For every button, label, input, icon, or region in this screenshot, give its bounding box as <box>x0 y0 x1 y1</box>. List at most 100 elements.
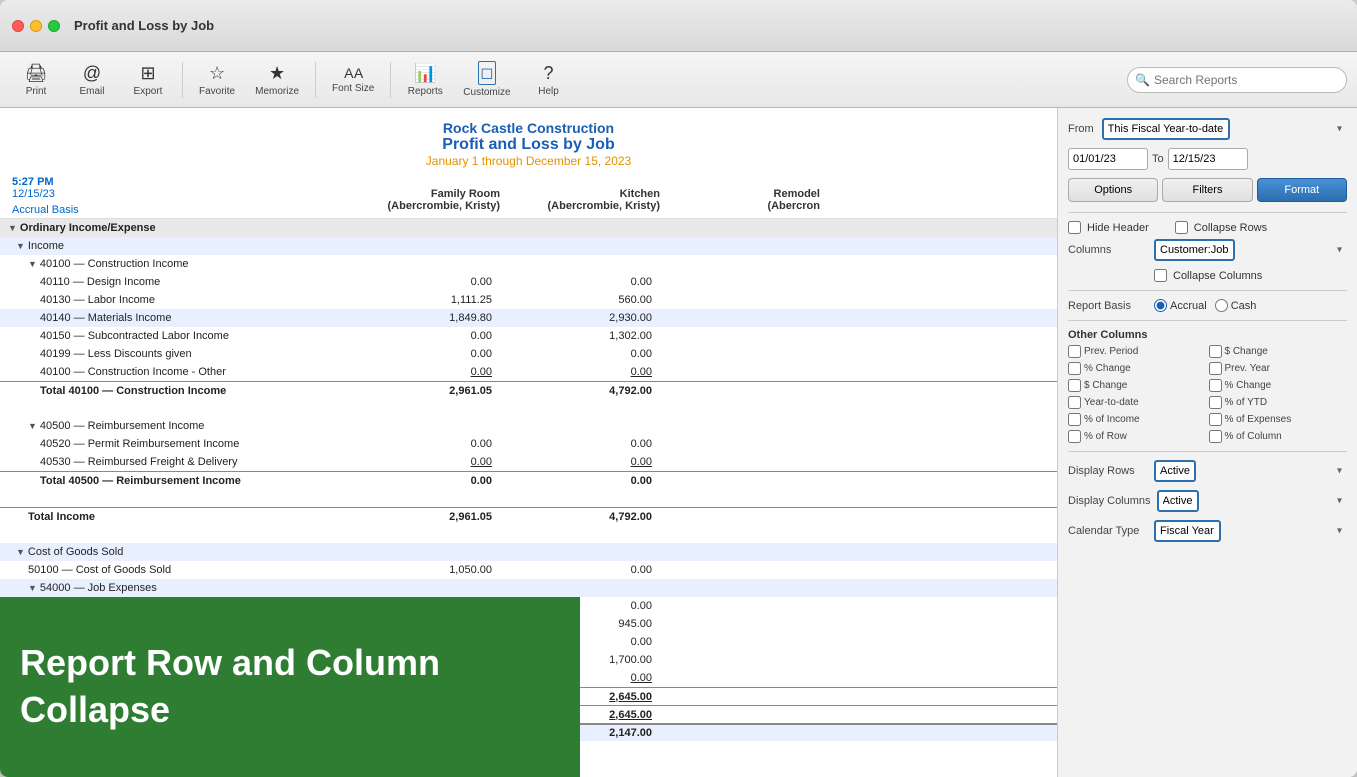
calendar-type-label: Calendar Type <box>1068 525 1148 537</box>
help-button[interactable]: ? Help <box>523 59 575 101</box>
pct-change-1-label: % Change <box>1084 363 1131 374</box>
col1-sub: (Abercrombie, Kristy) <box>356 200 500 212</box>
collapse-rows-checkbox[interactable] <box>1175 221 1188 234</box>
customize-button[interactable]: ◻ Customize <box>455 57 518 102</box>
chevron-icon[interactable]: ▼ <box>16 241 25 251</box>
display-columns-dropdown[interactable]: Active <box>1157 490 1199 512</box>
table-row: ▼Income <box>0 237 1057 255</box>
prev-period-checkbox[interactable] <box>1068 345 1081 358</box>
columns-dropdown[interactable]: Customer:Job <box>1154 239 1235 261</box>
divider-4 <box>1068 451 1347 452</box>
customize-label: Customize <box>463 87 510 98</box>
hide-header-checkbox[interactable] <box>1068 221 1081 234</box>
display-rows-row: Display Rows Active <box>1068 460 1347 482</box>
row-value-1: 0.00 <box>340 275 500 289</box>
accrual-radio[interactable] <box>1154 299 1167 312</box>
dollar-change-2-checkbox[interactable] <box>1068 379 1081 392</box>
fontsize-button[interactable]: A A Font Size <box>324 61 382 98</box>
ytd-checkbox[interactable] <box>1068 396 1081 409</box>
export-label: Export <box>134 86 163 97</box>
email-button[interactable]: @ Email <box>66 59 118 101</box>
toolbar-search: 🔍 <box>1127 67 1347 93</box>
pct-expenses-checkbox[interactable] <box>1209 413 1222 426</box>
row-label: 40520 — Permit Reimbursement Income <box>0 437 340 451</box>
col3-name: Remodel <box>676 188 820 200</box>
chevron-icon[interactable]: ▼ <box>28 421 37 431</box>
display-rows-dropdown[interactable]: Active <box>1154 460 1196 482</box>
dollar-change-2-label: $ Change <box>1084 380 1127 391</box>
row-label: ▼40500 — Reimbursement Income <box>0 419 340 433</box>
chevron-icon[interactable]: ▼ <box>28 259 37 269</box>
calendar-type-dropdown[interactable]: Fiscal Year <box>1154 520 1221 542</box>
row-label: Total 40100 — Construction Income <box>0 384 340 398</box>
memorize-label: Memorize <box>255 86 299 97</box>
row-value-2: 4,792.00 <box>500 510 660 524</box>
cash-option: Cash <box>1215 299 1257 312</box>
row-value-1: 0.00 <box>340 474 500 488</box>
report-title: Profit and Loss by Job <box>20 136 1037 154</box>
date-range-row: To <box>1068 148 1347 170</box>
pct-change-2-checkbox[interactable] <box>1209 379 1222 392</box>
fontsize-icon: A A <box>344 65 362 81</box>
hide-header-row: Hide Header Collapse Rows <box>1068 221 1347 234</box>
pct-income-checkbox[interactable] <box>1068 413 1081 426</box>
col2-header: Kitchen (Abercrombie, Kristy) <box>508 186 668 214</box>
reports-button[interactable]: 📊 Reports <box>399 59 451 101</box>
divider-3 <box>1068 320 1347 321</box>
collapse-columns-checkbox[interactable] <box>1154 269 1167 282</box>
search-input[interactable] <box>1127 67 1347 93</box>
pct-column-label: % of Column <box>1225 431 1282 442</box>
email-label: Email <box>79 86 104 97</box>
table-row: Total 40500 — Reimbursement Income 0.00 … <box>0 471 1057 489</box>
favorite-button[interactable]: ☆ Favorite <box>191 59 243 101</box>
chevron-icon[interactable]: ▼ <box>8 223 17 233</box>
prev-year-checkbox[interactable] <box>1209 362 1222 375</box>
from-dropdown[interactable]: This Fiscal Year-to-date <box>1102 118 1230 140</box>
pct-row-checkbox[interactable] <box>1068 430 1081 443</box>
chevron-icon[interactable]: ▼ <box>28 583 37 593</box>
cash-radio[interactable] <box>1215 299 1228 312</box>
pct-column-checkbox[interactable] <box>1209 430 1222 443</box>
export-button[interactable]: ⊞ Export <box>122 59 174 101</box>
table-row <box>0 399 1057 417</box>
filters-tab[interactable]: Filters <box>1162 178 1252 202</box>
format-tab[interactable]: Format <box>1257 178 1347 202</box>
dollar-change-1-checkbox[interactable] <box>1209 345 1222 358</box>
customize-icon: ◻ <box>478 61 495 85</box>
row-value-2: 0.00 <box>500 455 660 469</box>
row-value-2: 0.00 <box>500 437 660 451</box>
display-rows-label: Display Rows <box>1068 465 1148 477</box>
search-icon: 🔍 <box>1135 73 1150 87</box>
divider-1 <box>1068 212 1347 213</box>
options-tab[interactable]: Options <box>1068 178 1158 202</box>
chevron-icon[interactable]: ▼ <box>16 547 25 557</box>
banner-text: Report Row and Column Collapse <box>20 640 560 734</box>
pct-ytd-checkbox[interactable] <box>1209 396 1222 409</box>
close-button[interactable] <box>12 20 24 32</box>
maximize-button[interactable] <box>48 20 60 32</box>
table-row: ▼40100 — Construction Income <box>0 255 1057 273</box>
print-button[interactable]: 🖨 Print <box>10 59 62 101</box>
reports-label: Reports <box>408 86 443 97</box>
table-row <box>0 525 1057 543</box>
row-value-1: 2,961.05 <box>340 510 500 524</box>
toolbar-divider-2 <box>315 62 316 98</box>
minimize-button[interactable] <box>30 20 42 32</box>
collapse-columns-label: Collapse Columns <box>1173 270 1262 282</box>
pct-change-1-checkbox[interactable] <box>1068 362 1081 375</box>
export-icon: ⊞ <box>140 63 155 84</box>
toolbar: 🖨 Print @ Email ⊞ Export ☆ Favorite ★ Me… <box>0 52 1357 108</box>
dollar-change-2-cell: $ Change <box>1068 379 1207 392</box>
report-area[interactable]: 5:27 PM 12/15/23 Accrual Basis Rock Cast… <box>0 108 1057 777</box>
date-to-input[interactable] <box>1168 148 1248 170</box>
green-banner: Report Row and Column Collapse <box>0 597 580 777</box>
memorize-button[interactable]: ★ Memorize <box>247 59 307 101</box>
pct-income-cell: % of Income <box>1068 413 1207 426</box>
main-content: 5:27 PM 12/15/23 Accrual Basis Rock Cast… <box>0 108 1357 777</box>
calendar-type-row: Calendar Type Fiscal Year <box>1068 520 1347 542</box>
prev-year-label: Prev. Year <box>1225 363 1270 374</box>
ytd-cell: Year-to-date <box>1068 396 1207 409</box>
help-icon: ? <box>544 63 554 84</box>
date-from-input[interactable] <box>1068 148 1148 170</box>
column-headers: Family Room (Abercrombie, Kristy) Kitche… <box>0 182 1057 219</box>
